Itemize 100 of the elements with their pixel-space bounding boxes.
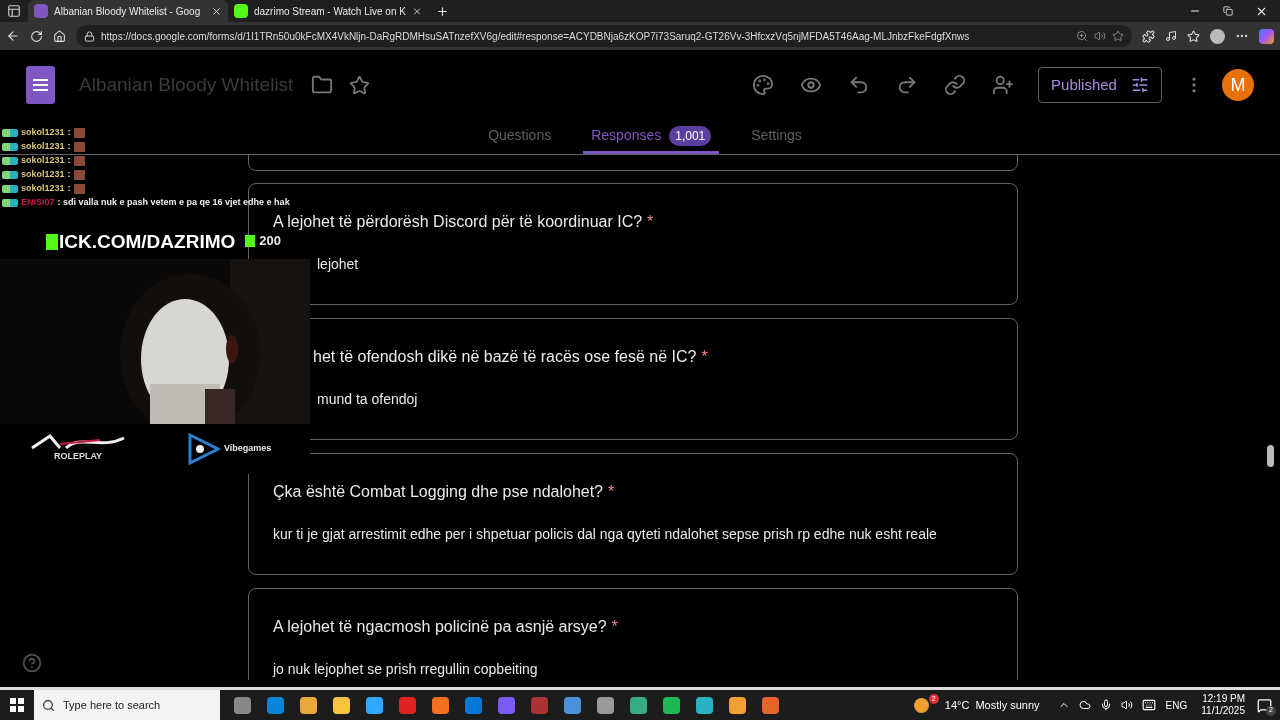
volume-icon[interactable] [1120, 699, 1133, 711]
taskbar-app-icon[interactable] [762, 696, 779, 714]
taskbar-app-icon[interactable] [432, 696, 449, 714]
answer-text: jo nuk lejophet se prish rregullin copbeiting [271, 660, 539, 679]
kick-logo-icon [46, 234, 58, 251]
copilot-icon[interactable] [1259, 28, 1274, 44]
channel-url: ICK.COM/DAZRIMO [59, 230, 236, 254]
chat-message: : sdi valla nuk e pash vetem e pa qe 16 vjet edhe e hak [57, 196, 290, 210]
chat-badge-icon [2, 157, 18, 165]
temperature-text: 14°C [944, 697, 970, 713]
read-aloud-icon[interactable] [1094, 30, 1106, 42]
windows-start-icon[interactable] [10, 698, 24, 712]
taskbar-app-icon[interactable] [663, 696, 680, 714]
scrollbar-thumb[interactable] [1267, 445, 1274, 467]
required-mark: * [701, 347, 708, 367]
taskbar-app-icon[interactable] [234, 696, 251, 714]
restore-icon[interactable] [1223, 6, 1233, 16]
settings-icon [1130, 76, 1149, 94]
folder-icon[interactable] [311, 74, 334, 96]
language-indicator[interactable]: ENG [1165, 697, 1188, 713]
link-icon[interactable] [944, 74, 966, 96]
chat-username: sokol1231 [21, 168, 65, 182]
taskbar-app-icon[interactable] [696, 696, 713, 714]
redo-icon[interactable] [896, 74, 918, 96]
chat-message: : [67, 126, 71, 140]
roleplay-text: ROLEPLAY [53, 449, 103, 463]
vibegames-logo-icon [186, 432, 220, 465]
microphone-icon[interactable] [1099, 699, 1112, 711]
undo-icon[interactable] [848, 74, 870, 96]
chat-username: sokol1231 [21, 126, 65, 140]
kick-icon [234, 4, 248, 18]
chat-badge-icon [2, 143, 18, 151]
taskbar-app-icon[interactable] [597, 696, 614, 714]
chat-message: : [67, 182, 71, 196]
question-text: A lejohet të ngacmosh policinë pa asnjë arsye? [273, 617, 607, 637]
chat-badge-icon [2, 199, 18, 207]
browser-tab[interactable]: Albanian Bloody Whitelist - Goog [28, 0, 228, 22]
chat-message: : [67, 140, 71, 154]
taskbar-app-icon[interactable] [366, 696, 383, 714]
close-icon[interactable] [211, 5, 222, 17]
taskbar-app-icon[interactable] [564, 696, 581, 714]
clock-time: 12:19 PM [1202, 693, 1245, 705]
taskbar-app-icon[interactable] [729, 696, 746, 714]
chat-badge-icon [2, 185, 18, 193]
partner-name: Vibegames [224, 441, 272, 455]
browser-tab[interactable]: dazrimo Stream - Watch Live on K [228, 0, 428, 22]
kick-icon [245, 234, 256, 247]
chat-username: ENISI07 [21, 196, 55, 210]
chat-message: : [67, 154, 71, 168]
search-icon [42, 698, 55, 712]
back-icon[interactable] [6, 29, 20, 43]
add-collaborator-icon[interactable] [992, 74, 1014, 96]
forms-logo-icon[interactable] [26, 66, 55, 104]
chat-message: : [67, 168, 71, 182]
help-icon[interactable] [22, 653, 42, 673]
answer-text: lejohet [316, 255, 360, 274]
home-icon[interactable] [53, 29, 66, 43]
chat-badge-icon [2, 129, 18, 137]
published-button[interactable]: Published [1038, 67, 1162, 103]
keyboard-icon[interactable] [1141, 698, 1156, 712]
address-bar[interactable]: https://docs.google.com/forms/d/1I1TRn50u0kFcMX4VkNljn-DaRgRDMHsuSATnzefXV6g/edit#response=ACYDBNja6zKOP7i73Saruq2-GT26Vv-3HfcxzVq5njMFDA5T46Aag-MLJnbzFkeFdgfXnws [76, 25, 1132, 47]
chat-username: sokol1231 [21, 140, 65, 154]
reload-icon[interactable] [30, 29, 43, 43]
lock-icon [84, 30, 95, 42]
favorite-icon[interactable] [1112, 30, 1124, 42]
url-text: https://docs.google.com/forms/d/1I1TRn50u0kFcMX4VkNljn-DaRgRDMHsuSATnzefXV6g/edit#response=ACYDBNja6zKOP7i73Saruq2-GT26Vv-3HfcxzVq5njMFDA5T46Aag-MLJnbzFkeFdgfXnws [101, 29, 971, 44]
new-tab-icon[interactable] [436, 4, 449, 18]
palette-icon[interactable] [752, 74, 774, 96]
clock-date: 11/1/2025 [1201, 705, 1245, 717]
response-count-badge: 1,001 [669, 125, 712, 146]
viewer-count: 200 [259, 232, 281, 250]
favorites-icon[interactable] [1187, 29, 1200, 43]
roleplay-logo-icon [30, 433, 126, 450]
weather-condition: Mostly sunny [975, 697, 1040, 713]
answer-text: mund ta ofendoj [316, 390, 419, 409]
cloud-icon[interactable] [1078, 699, 1091, 711]
chat-username: sokol1231 [21, 154, 65, 168]
required-mark: * [611, 617, 618, 637]
required-mark: * [608, 482, 615, 502]
zoom-icon[interactable] [1076, 30, 1088, 42]
question-text: Çka është Combat Logging dhe pse ndalohet? [273, 482, 603, 502]
chat-badge-icon [2, 171, 18, 179]
media-icon[interactable] [1165, 30, 1177, 42]
form-tab[interactable]: Responses 1,001 [583, 120, 720, 154]
taskbar-search-field[interactable]: Type here to search [34, 690, 220, 720]
required-mark: * [647, 212, 654, 232]
tab-actions-icon[interactable] [7, 4, 21, 18]
chat-username: sokol1231 [21, 182, 65, 196]
taskbar-app-icon[interactable] [630, 696, 647, 714]
star-icon[interactable] [349, 74, 371, 96]
question-text: A lejohet të përdorësh Discord për të koordinuar IC? [273, 212, 643, 232]
taskbar-app-icon[interactable] [333, 696, 350, 714]
weather-icon[interactable] [913, 697, 929, 713]
answer-text: kur ti je gjat arrestimit edhe per i shpetuar policis dal nga qyteti ndalohet sepse prish rp edhe nuk esht reale [272, 525, 938, 544]
taskbar-app-icon[interactable] [267, 696, 284, 714]
extensions-icon[interactable] [1142, 29, 1155, 43]
question-text: het të ofendosh dikë në bazë të racës ose fesë në IC? [313, 347, 697, 367]
taskbar-app-icon[interactable] [300, 696, 317, 714]
profile-avatar[interactable] [1210, 28, 1225, 44]
forms-icon [34, 4, 48, 18]
